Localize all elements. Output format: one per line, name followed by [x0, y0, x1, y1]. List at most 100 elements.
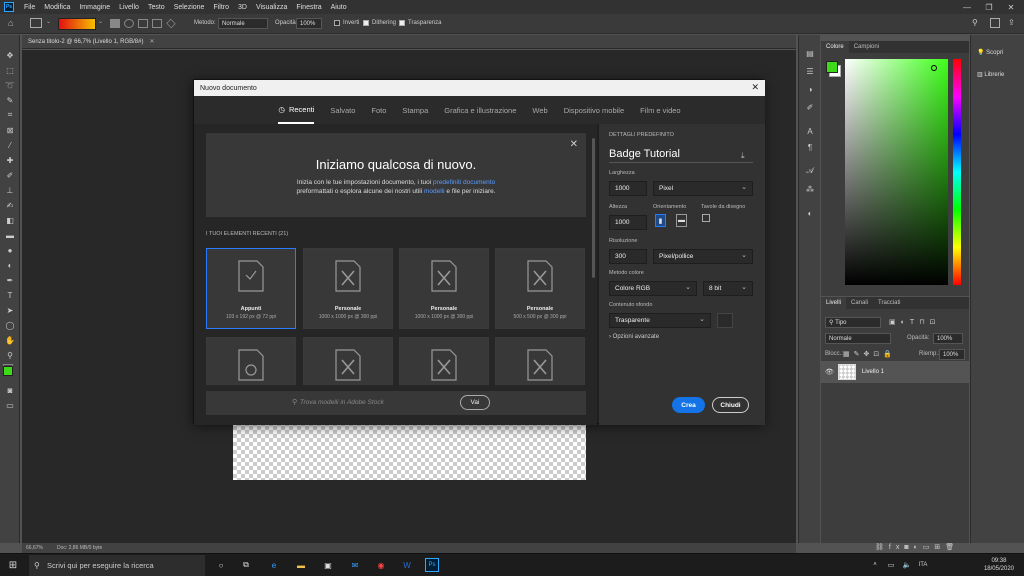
menu-livello[interactable]: Livello [119, 4, 139, 11]
portrait-icon[interactable]: ▮ [655, 214, 666, 227]
language-indicator[interactable]: ITA [916, 558, 930, 572]
chevron-up-icon[interactable]: ˄ [868, 558, 882, 572]
zoom-tool-icon[interactable]: ⚲ [4, 349, 16, 361]
cortana-icon[interactable]: ○ [214, 558, 228, 572]
quick-selection-tool-icon[interactable]: ✎ [4, 94, 16, 106]
height-input[interactable]: 1000 [609, 215, 647, 230]
blend-mode-select[interactable]: Normale [825, 333, 891, 344]
document-canvas[interactable] [233, 422, 586, 480]
screen-mode-icon[interactable]: ▭ [4, 399, 16, 411]
eyedropper-tool-icon[interactable]: ⁄ [4, 139, 16, 151]
tab-foto[interactable]: Foto [371, 96, 386, 124]
tool-preset-icon[interactable] [30, 18, 42, 28]
menu-immagine[interactable]: Immagine [79, 4, 110, 11]
width-input[interactable]: 1000 [609, 181, 647, 196]
eraser-tool-icon[interactable]: ◧ [4, 214, 16, 226]
move-tool-icon[interactable]: ✥ [4, 49, 16, 61]
menu-testo[interactable]: Testo [148, 4, 165, 11]
tab-livelli[interactable]: Livelli [821, 297, 847, 309]
clock[interactable]: 09:38 18/05/2020 [984, 557, 1014, 573]
restore-icon[interactable]: ❐ [978, 0, 1000, 14]
save-preset-icon[interactable]: ⤓ [741, 151, 745, 161]
landscape-icon[interactable]: ▬ [676, 214, 687, 227]
zoom-level[interactable]: 66,67% [26, 545, 43, 551]
document-tab[interactable]: Senza titolo-2 @ 66,7% (Livello 1, RGB/8… [22, 35, 796, 49]
dither-checkbox[interactable]: Dithering [363, 20, 396, 26]
radial-gradient-icon[interactable] [124, 19, 134, 28]
background-color-swatch[interactable] [717, 313, 733, 328]
layer-row[interactable]: 👁 Livello 1 [821, 361, 969, 383]
brush-tool-icon[interactable]: ✐ [4, 169, 16, 181]
tab-recenti[interactable]: ◷ Recenti [278, 96, 315, 124]
tab-campioni[interactable]: Campioni [849, 41, 884, 53]
stock-search-input[interactable]: Trova modelli in Adobe Stock [300, 399, 384, 406]
crop-tool-icon[interactable]: ⌗ [4, 109, 16, 121]
share-icon[interactable]: ⇪ [1008, 18, 1015, 27]
hue-slider[interactable] [953, 59, 961, 285]
resolution-input[interactable]: 300 [609, 249, 647, 264]
marquee-tool-icon[interactable]: ⬚ [4, 64, 16, 76]
preset-name-input[interactable]: Badge Tutorial [609, 148, 680, 160]
fg-color-chip[interactable] [826, 61, 838, 73]
layer-name[interactable]: Livello 1 [862, 369, 884, 375]
color-picker-field[interactable] [845, 59, 948, 285]
recent-card[interactable]: Appunti 103 x 192 px @ 72 ppi [206, 248, 296, 329]
templates-link[interactable]: modelli [424, 188, 445, 195]
tab-stampa[interactable]: Stampa [402, 96, 428, 124]
search-icon[interactable]: ⚲ [972, 18, 978, 27]
blur-tool-icon[interactable]: ● [4, 244, 16, 256]
recent-card[interactable]: Personale 1000 x 1000 px @ 300 ppi [399, 248, 489, 329]
type-tool-icon[interactable]: T [4, 289, 16, 301]
diamond-gradient-icon[interactable] [166, 18, 176, 29]
store-icon[interactable]: ▣ [321, 558, 335, 572]
width-unit-select[interactable]: Pixel [653, 181, 753, 196]
color-mode-select[interactable]: Colore RGB [609, 281, 697, 296]
properties-icon[interactable]: ☰ [804, 65, 816, 77]
lasso-tool-icon[interactable]: ➰ [4, 79, 16, 91]
frame-tool-icon[interactable]: ⊠ [4, 124, 16, 136]
chrome-icon[interactable]: ◉ [374, 558, 388, 572]
recent-card[interactable] [399, 337, 489, 385]
recent-card[interactable] [303, 337, 393, 385]
presets-link[interactable]: predefiniti documento [433, 179, 495, 186]
adjustments-icon[interactable]: ◑ [804, 83, 816, 95]
lock-icons[interactable]: ▦✎✥⊡🔒 [843, 350, 896, 358]
method-select[interactable]: Normale [218, 18, 268, 29]
volume-icon[interactable]: 🔈 [900, 558, 914, 572]
opacity-input[interactable]: 100% [296, 18, 322, 29]
word-icon[interactable]: W [400, 558, 414, 572]
recent-card[interactable]: Personale 500 x 500 px @ 300 ppi [495, 248, 585, 329]
taskbar-search[interactable]: ⚲ Scrivi qui per eseguire la ricerca [29, 555, 205, 576]
menu-3d[interactable]: 3D [238, 4, 247, 11]
close-icon[interactable]: ✕ [751, 82, 759, 93]
libraries-button[interactable]: ▥ Librerie [977, 71, 1004, 79]
history-brush-tool-icon[interactable]: ✍ [4, 199, 16, 211]
menu-modifica[interactable]: Modifica [44, 4, 70, 11]
layer-opacity-input[interactable]: 100% [933, 333, 963, 344]
angle-gradient-icon[interactable] [138, 19, 148, 28]
photoshop-taskbar-icon[interactable]: Ps [425, 558, 439, 572]
clone-stamp-tool-icon[interactable]: ⊥ [4, 184, 16, 196]
menu-selezione[interactable]: Selezione [174, 4, 205, 11]
resolution-unit-select[interactable]: Pixel/pollice [653, 249, 753, 264]
recent-card[interactable]: Personale 1000 x 1000 px @ 300 ppi [303, 248, 393, 329]
mail-icon[interactable]: ✉ [348, 558, 362, 572]
swatches-icon[interactable]: ◐ [804, 207, 816, 219]
tab-tracciati[interactable]: Tracciati [873, 297, 905, 309]
layer-actions-icons[interactable]: ⛓fx◙◐▭⊞🗑 [875, 543, 959, 551]
pen-tool-icon[interactable]: ✒ [4, 274, 16, 286]
close-button[interactable]: Chiudi [712, 397, 749, 413]
eye-icon[interactable]: 👁 [825, 368, 834, 376]
bit-depth-select[interactable]: 8 bit [703, 281, 753, 296]
menu-visualizza[interactable]: Visualizza [256, 4, 287, 11]
gradient-dropdown-icon[interactable]: ⌄ [98, 18, 103, 25]
fill-input[interactable]: 100% [939, 349, 965, 360]
file-explorer-icon[interactable]: ▬ [294, 558, 308, 572]
tab-canali[interactable]: Canali [846, 297, 873, 309]
minimize-icon[interactable]: — [956, 0, 978, 14]
tab-grafica[interactable]: Grafica e illustrazione [444, 96, 516, 124]
close-window-icon[interactable]: ✕ [1000, 0, 1022, 14]
background-select[interactable]: Trasparente [609, 313, 711, 328]
brushes-icon[interactable]: ✐ [804, 101, 816, 113]
dodge-tool-icon[interactable]: ◐ [4, 259, 16, 271]
